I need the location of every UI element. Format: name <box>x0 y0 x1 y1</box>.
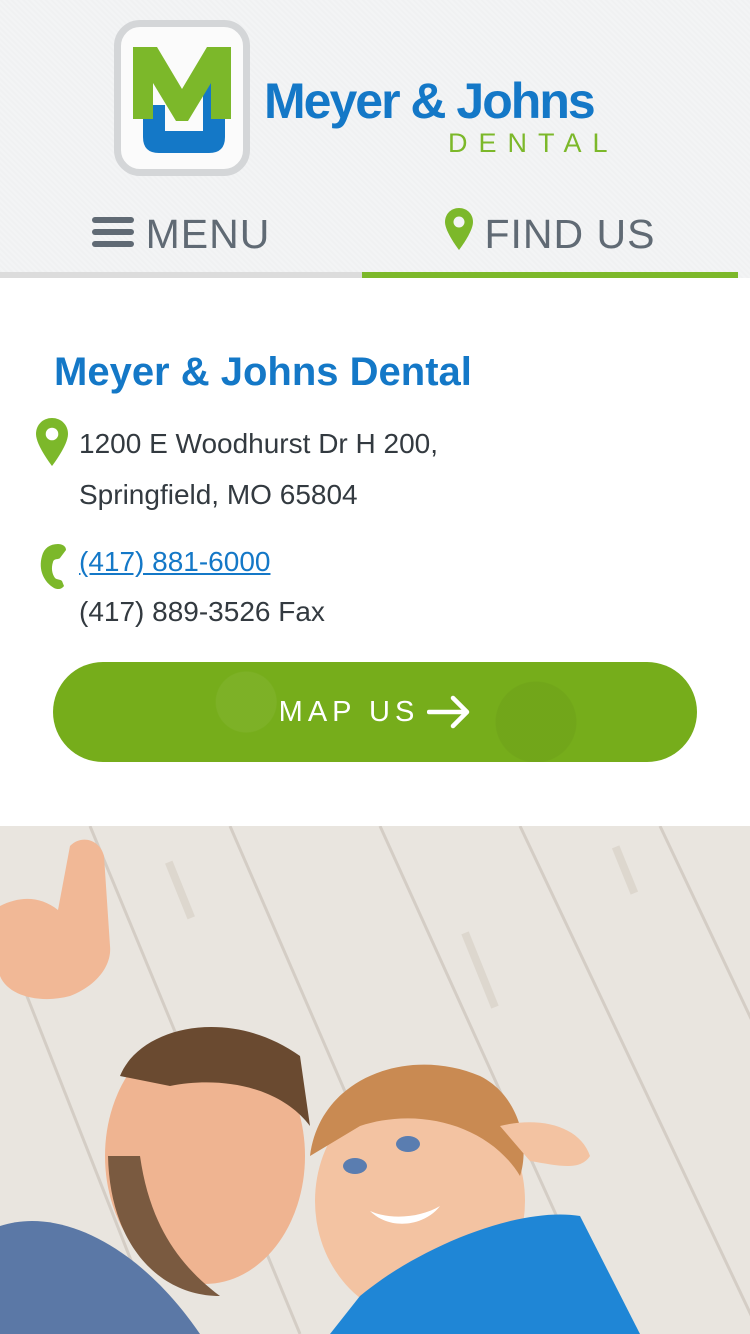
location-card: Meyer & Johns Dental 1200 E Woodhurst Dr… <box>0 278 750 826</box>
address-line-2: Springfield, MO 65804 <box>79 479 358 510</box>
phone-icon <box>36 542 68 595</box>
map-us-button[interactable]: MAP US <box>53 662 697 762</box>
address: 1200 E Woodhurst Dr H 200, Springfield, … <box>79 418 438 520</box>
menu-label: MENU <box>145 210 271 257</box>
address-line-1: 1200 E Woodhurst Dr H 200, <box>79 428 439 459</box>
map-pin-icon <box>444 208 473 260</box>
phone-link[interactable]: (417) 881-6000 <box>79 546 270 578</box>
office-name: Meyer & Johns Dental <box>54 350 472 394</box>
site-header: Meyer & Johns DENTAL MENU FIND US <box>0 0 750 278</box>
brand-name: Meyer & Johns <box>264 73 596 129</box>
address-pin-icon <box>36 418 68 471</box>
map-us-label: MAP US <box>278 695 420 728</box>
mj-logo-icon <box>131 43 233 155</box>
arrow-right-icon <box>427 695 470 729</box>
father-son-photo <box>0 826 750 1334</box>
find-us-label: FIND US <box>484 210 656 257</box>
brand-subtitle: DENTAL <box>448 128 619 158</box>
find-us-tab[interactable]: FIND US <box>362 196 738 278</box>
hero-photo <box>0 826 750 1334</box>
top-nav: MENU FIND US <box>0 196 750 278</box>
menu-tab[interactable]: MENU <box>0 196 362 278</box>
logo-link[interactable]: Meyer & Johns DENTAL <box>114 20 644 180</box>
logo-mark <box>114 20 250 176</box>
hamburger-icon <box>91 211 134 258</box>
fax-number: (417) 889-3526 Fax <box>79 596 325 627</box>
